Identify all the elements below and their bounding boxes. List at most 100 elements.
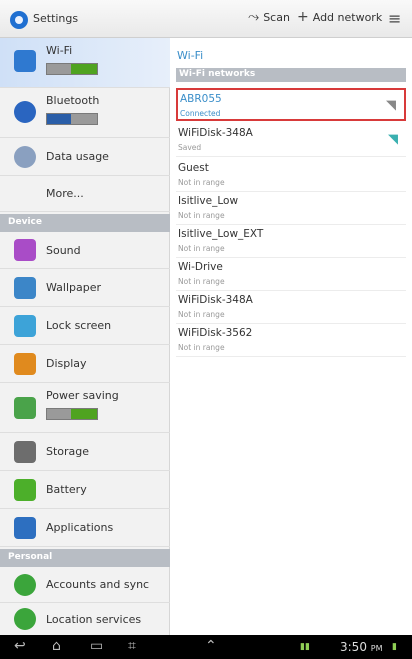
chevron-up-icon[interactable]: ⌃ (205, 638, 217, 654)
data-usage-label: Data usage (46, 150, 109, 163)
network-status: Not in range (178, 244, 225, 253)
device-section-label: Device (8, 217, 42, 227)
wallpaper-label: Wallpaper (46, 281, 102, 294)
network-status: Not in range (178, 277, 225, 286)
wifi-icon (14, 50, 36, 72)
network-item[interactable]: WiFiDisk-348A Saved ◥ (176, 124, 406, 157)
network-name: WiFiDisk-348A (178, 294, 253, 306)
network-status: Not in range (178, 310, 225, 319)
display-icon (14, 353, 36, 375)
add-network-label: Add network (312, 10, 383, 24)
wifi-toggle[interactable] (46, 63, 98, 75)
sidebar-item-battery[interactable]: Battery (0, 471, 170, 509)
sidebar-item-more[interactable]: More... (0, 176, 170, 212)
scan-button[interactable]: ⤳ Scan (248, 9, 290, 25)
sound-icon (14, 239, 36, 261)
power-saving-icon (14, 397, 36, 419)
location-icon (14, 608, 36, 630)
sidebar-item-power-saving[interactable]: Power saving (0, 383, 170, 433)
network-status: Not in range (178, 178, 225, 187)
wifi-signal-locked-icon: ◥ (386, 98, 396, 113)
bluetooth-toggle[interactable] (46, 113, 98, 125)
overflow-menu-icon[interactable]: ≡ (388, 9, 401, 28)
storage-label: Storage (46, 445, 90, 458)
wifi-detail-pane: Wi-Fi Wi-Fi networks ABR055 Connected ◥ … (170, 38, 412, 635)
home-icon[interactable]: ⌂ (52, 638, 61, 654)
system-navigation-bar: ↩ ⌂ ▭ ⌗ ⌃ ▮▮ 3:50 PM ▮ (0, 635, 412, 659)
clock-ampm: PM (370, 644, 383, 653)
battery-icon (14, 479, 36, 501)
sidebar-item-data-usage[interactable]: Data usage (0, 138, 170, 176)
bluetooth-label: Bluetooth (46, 94, 100, 107)
battery-label: Battery (46, 483, 87, 496)
settings-categories: Wi-Fi Bluetooth Data usage More... Devic… (0, 38, 170, 635)
back-icon[interactable]: ↩ (14, 638, 26, 654)
action-bar: Settings ⤳ Scan + Add network ≡ (0, 0, 412, 38)
applications-icon (14, 517, 36, 539)
section-header-device: Device (0, 214, 170, 232)
network-item[interactable]: WiFiDisk-348A Not in range (176, 291, 406, 324)
sidebar-item-bluetooth[interactable]: Bluetooth (0, 88, 170, 138)
wifi-networks-label: Wi-Fi networks (179, 69, 256, 79)
network-item[interactable]: Wi-Drive Not in range (176, 258, 406, 291)
network-name: ABR055 (180, 93, 222, 105)
power-saving-toggle[interactable] (46, 408, 98, 420)
screenshot-icon[interactable]: ⌗ (128, 638, 136, 654)
sidebar-item-storage[interactable]: Storage (0, 433, 170, 471)
network-item-connected[interactable]: ABR055 Connected ◥ (176, 88, 406, 121)
sidebar-item-wifi[interactable]: Wi-Fi (0, 38, 170, 88)
app-title: Settings (33, 12, 79, 25)
network-name: Wi-Drive (178, 261, 223, 273)
sidebar-item-location-services[interactable]: Location services (0, 603, 170, 635)
display-label: Display (46, 357, 87, 370)
sound-label: Sound (46, 244, 81, 257)
sidebar-item-applications[interactable]: Applications (0, 509, 170, 547)
network-name: Guest (178, 162, 209, 174)
plus-icon: + (297, 9, 309, 25)
network-status: Connected (180, 109, 221, 118)
network-name: Isitlive_Low_EXT (178, 228, 264, 240)
network-status: Not in range (178, 211, 225, 220)
wifi-label: Wi-Fi (46, 44, 73, 57)
network-item[interactable]: Guest Not in range (176, 159, 406, 192)
sidebar-item-sound[interactable]: Sound (0, 232, 170, 269)
network-name: WiFiDisk-3562 (178, 327, 253, 339)
recent-apps-icon[interactable]: ▭ (90, 638, 103, 654)
data-usage-icon (14, 146, 36, 168)
battery-status-icon: ▮ (392, 642, 397, 652)
wifi-toggle-on (71, 64, 97, 74)
network-item[interactable]: Isitlive_Low Not in range (176, 192, 406, 225)
personal-section-label: Personal (8, 552, 53, 562)
power-saving-label: Power saving (46, 389, 119, 402)
section-header-personal: Personal (0, 549, 170, 567)
network-status: Saved (178, 143, 202, 152)
network-name: Isitlive_Low (178, 195, 239, 207)
applications-label: Applications (46, 521, 114, 534)
sidebar-item-wallpaper[interactable]: Wallpaper (0, 269, 170, 307)
wifi-networks-header: Wi-Fi networks (176, 68, 406, 82)
sidebar-item-display[interactable]: Display (0, 345, 170, 383)
power-saving-toggle-on (71, 409, 97, 419)
clock: 3:50 PM (340, 640, 383, 654)
bluetooth-icon (14, 101, 36, 123)
lock-screen-icon (14, 315, 36, 337)
scan-icon: ⤳ (248, 9, 260, 25)
accounts-label: Accounts and sync (46, 578, 150, 591)
network-name: WiFiDisk-348A (178, 127, 253, 139)
network-item[interactable]: Isitlive_Low_EXT Not in range (176, 225, 406, 258)
settings-app-icon (10, 11, 28, 29)
clock-time: 3:50 (340, 640, 367, 654)
accounts-sync-icon (14, 574, 36, 596)
sidebar-item-lock-screen[interactable]: Lock screen (0, 307, 170, 345)
wallpaper-icon (14, 277, 36, 299)
wifi-signal-icon: ◥ (388, 132, 398, 147)
bluetooth-toggle-off (47, 114, 71, 124)
network-status: Not in range (178, 343, 225, 352)
network-item[interactable]: WiFiDisk-3562 Not in range (176, 324, 406, 357)
location-label: Location services (46, 613, 142, 626)
sidebar-item-accounts-sync[interactable]: Accounts and sync (0, 567, 170, 603)
wifi-pane-title: Wi-Fi (177, 49, 204, 62)
more-label: More... (46, 187, 84, 200)
lock-screen-label: Lock screen (46, 319, 112, 332)
add-network-button[interactable]: + Add network (297, 9, 382, 25)
